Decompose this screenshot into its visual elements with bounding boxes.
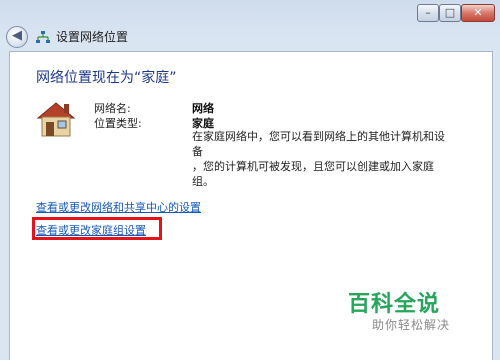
network-name-label: 网络名: bbox=[94, 102, 131, 115]
location-description: 在家庭网络中，您可以看到网络上的其他计算机和设备 ，您的计算机可被发现，且您可以… bbox=[192, 129, 452, 189]
house-icon bbox=[36, 102, 76, 137]
minimize-button[interactable]: – bbox=[417, 4, 439, 22]
network-name-value: 网络 bbox=[192, 102, 214, 115]
maximize-icon: □ bbox=[444, 6, 456, 19]
homegroup-settings-link[interactable]: 查看或更改家庭组设置 bbox=[36, 222, 146, 238]
sharing-center-link[interactable]: 查看或更改网络和共享中心的设置 bbox=[36, 199, 201, 215]
content-panel: 网络位置现在为“家庭” 网络名: 网络 位置类型: 家庭 在家庭网络中，您可以看… bbox=[9, 51, 493, 360]
location-type-label: 位置类型: bbox=[94, 117, 142, 130]
back-arrow-icon: ◀ bbox=[12, 28, 22, 43]
close-icon: ✕ bbox=[473, 6, 483, 19]
setup-network-location-window: – □ ✕ ◀ 设置网络位置 网络位置现在为“家庭” 网络名: 网络 位置类型:… bbox=[0, 0, 500, 360]
description-line-2: ，您的计算机可被发现，且您可以创建或加入家庭组。 bbox=[192, 160, 434, 188]
network-icon bbox=[36, 31, 50, 43]
title-bar: – □ ✕ ◀ 设置网络位置 bbox=[0, 0, 500, 48]
close-button[interactable]: ✕ bbox=[461, 4, 495, 22]
description-line-1: 在家庭网络中，您可以看到网络上的其他计算机和设备 bbox=[192, 130, 445, 158]
maximize-button[interactable]: □ bbox=[439, 4, 461, 22]
window-title: 设置网络位置 bbox=[56, 30, 129, 44]
watermark-title: 百科全说 bbox=[348, 292, 441, 317]
minimize-icon: – bbox=[425, 6, 431, 19]
watermark-subtitle: 助你轻松解决 bbox=[372, 318, 451, 332]
page-heading: 网络位置现在为“家庭” bbox=[36, 70, 177, 86]
back-button[interactable]: ◀ bbox=[6, 26, 28, 48]
